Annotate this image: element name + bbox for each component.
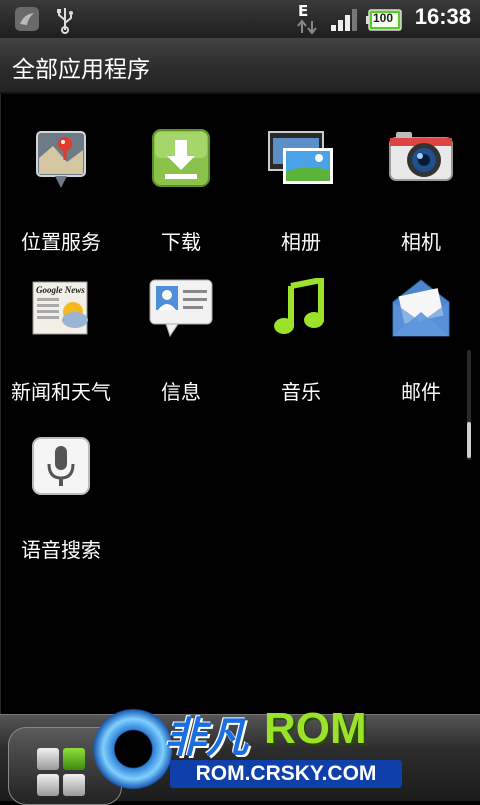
location-icon bbox=[31, 128, 91, 188]
app-label: 位置服务 bbox=[21, 230, 101, 254]
status-bar: E 100 16:38 bbox=[0, 0, 480, 39]
signal-icon bbox=[330, 8, 360, 36]
scrollbar-thumb[interactable] bbox=[467, 422, 471, 458]
scrollbar[interactable] bbox=[467, 350, 471, 460]
news-weather-icon: Google News bbox=[31, 278, 91, 338]
camera-icon bbox=[388, 128, 454, 188]
page-title: 全部应用程序 bbox=[12, 57, 150, 83]
app-mail[interactable]: 邮件 bbox=[361, 278, 480, 408]
voice-search-icon bbox=[31, 436, 91, 496]
svg-text:Google News: Google News bbox=[36, 285, 85, 295]
app-location-services[interactable]: 位置服务 bbox=[1, 128, 121, 258]
watermark-brand-rom: ROM bbox=[264, 704, 367, 753]
app-camera[interactable]: 相机 bbox=[361, 128, 480, 258]
app-grid: 位置服务 下载 相册 相机 Google News 新闻和天气 信息 音乐 邮件… bbox=[0, 94, 480, 714]
gallery-icon bbox=[267, 128, 335, 188]
mail-icon bbox=[391, 278, 451, 338]
app-label: 语音搜索 bbox=[21, 538, 101, 562]
download-icon bbox=[151, 128, 211, 188]
app-news-weather[interactable]: Google News 新闻和天气 bbox=[1, 278, 121, 408]
grid-icon bbox=[37, 748, 59, 770]
header: 全部应用程序 bbox=[0, 38, 480, 94]
app-label: 新闻和天气 bbox=[11, 380, 111, 404]
usb-icon bbox=[54, 6, 76, 38]
network-type-label: E bbox=[298, 2, 309, 20]
watermark: 非凡 ROM ROM.CRSKY.COM bbox=[86, 700, 406, 800]
watermark-url: ROM.CRSKY.COM bbox=[170, 760, 402, 788]
app-label: 相册 bbox=[281, 230, 321, 254]
app-voice-search[interactable]: 语音搜索 bbox=[1, 436, 121, 566]
battery-level-label: 100 bbox=[373, 11, 394, 25]
app-music[interactable]: 音乐 bbox=[241, 276, 361, 408]
app-messages[interactable]: 信息 bbox=[121, 278, 241, 408]
music-icon bbox=[271, 276, 331, 338]
app-download[interactable]: 下载 bbox=[121, 128, 241, 258]
app-label: 下载 bbox=[161, 230, 201, 254]
app-gallery[interactable]: 相册 bbox=[241, 128, 361, 258]
app-label: 音乐 bbox=[281, 380, 321, 404]
data-arrows-icon bbox=[296, 19, 318, 39]
app-label: 邮件 bbox=[401, 380, 441, 404]
messages-icon bbox=[148, 278, 214, 338]
app-label: 相机 bbox=[401, 230, 441, 254]
app-label: 信息 bbox=[161, 380, 201, 404]
notification-icon[interactable] bbox=[14, 6, 40, 36]
watermark-logo-icon bbox=[86, 704, 172, 794]
watermark-brand-cn: 非凡 bbox=[164, 713, 249, 762]
clock: 16:38 bbox=[414, 4, 471, 29]
